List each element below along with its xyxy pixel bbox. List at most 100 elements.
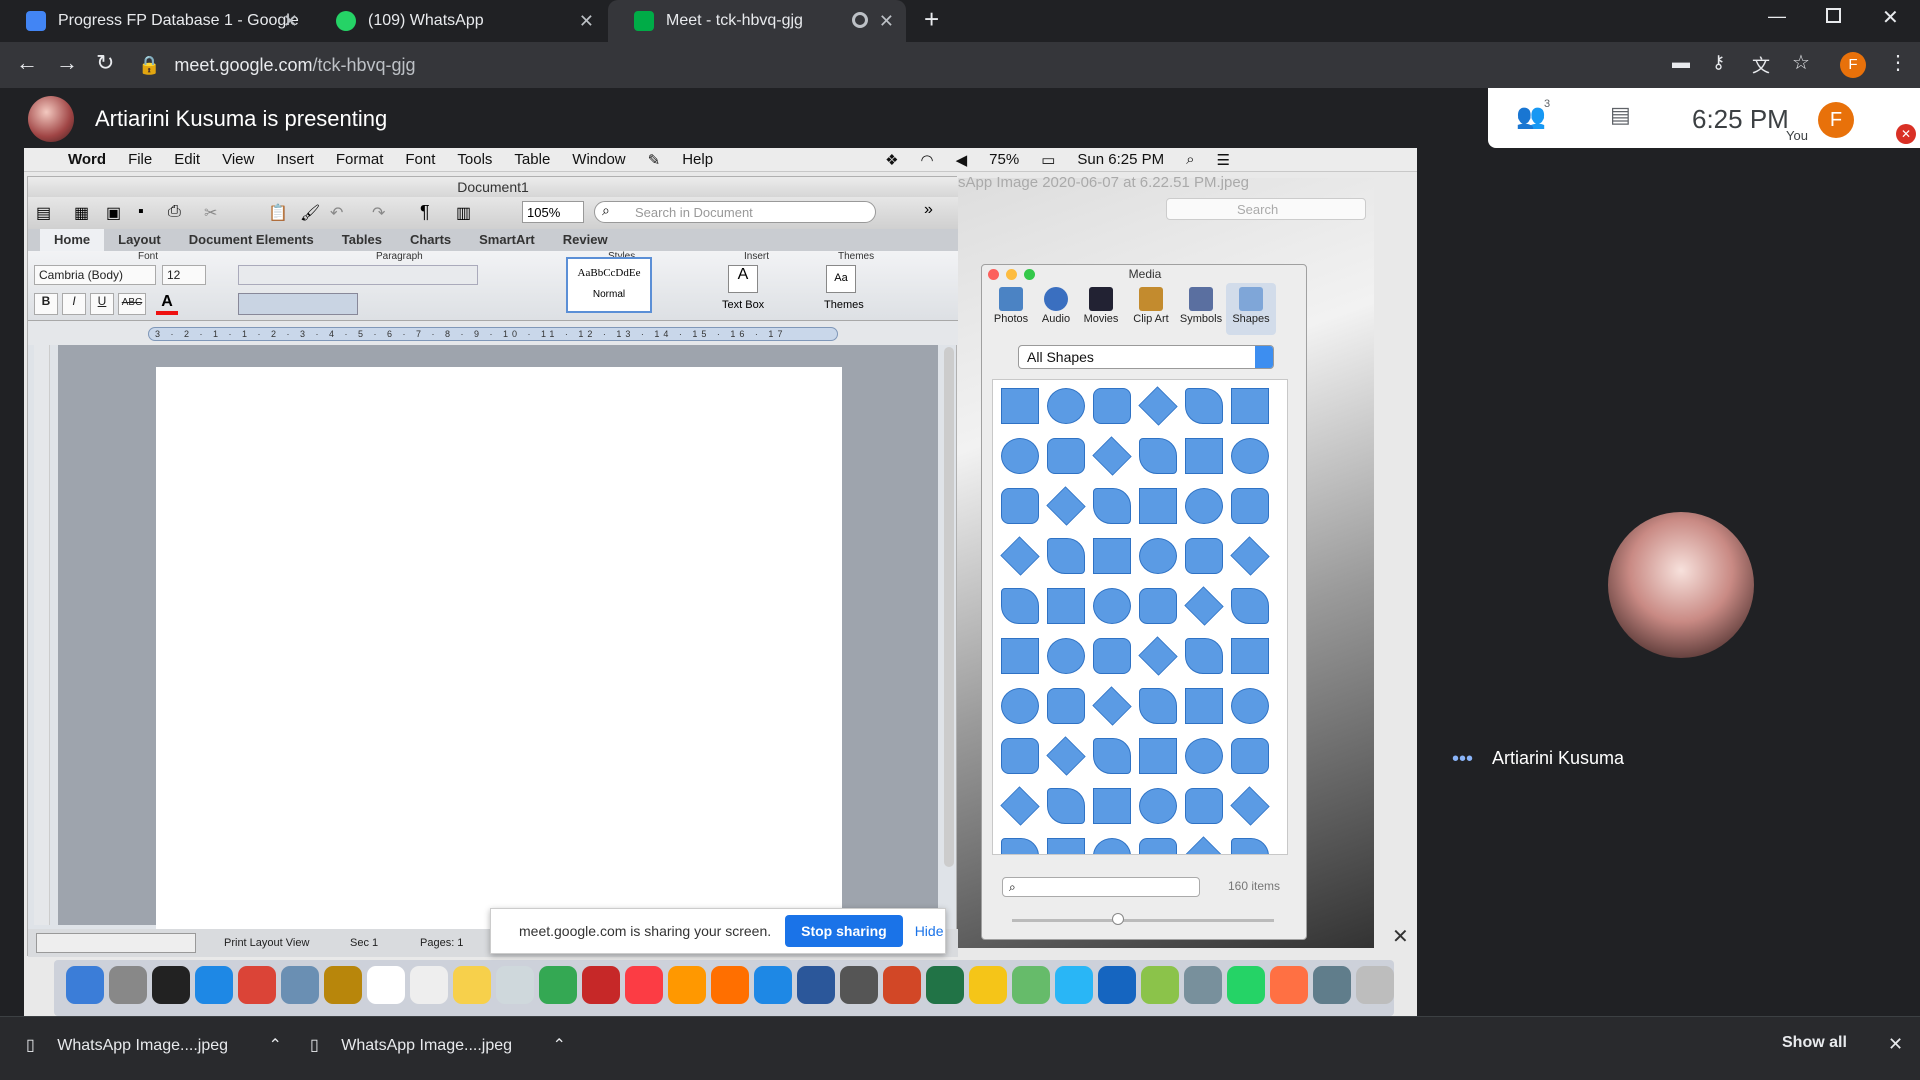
tab-document-elements[interactable]: Document Elements (175, 229, 328, 251)
shape-thumbnail[interactable] (1231, 438, 1269, 474)
tab-home[interactable]: Home (40, 229, 105, 251)
dock-app-icon[interactable] (453, 966, 491, 1004)
shape-thumbnail[interactable] (1231, 388, 1269, 424)
dock-app-icon[interactable] (324, 966, 362, 1004)
bold-button[interactable]: B (34, 293, 58, 315)
close-downloads-icon[interactable]: ✕ (1888, 1034, 1903, 1055)
italic-button[interactable]: I (62, 293, 86, 315)
menu-edit[interactable]: Edit (174, 151, 200, 168)
paste-icon[interactable]: 📋 (268, 203, 288, 223)
dock-app-icon[interactable] (539, 966, 577, 1004)
shape-thumbnail[interactable] (1093, 588, 1131, 624)
shape-thumbnail[interactable] (1138, 386, 1178, 426)
shape-thumbnail[interactable] (1093, 388, 1131, 424)
reload-icon[interactable]: ↻ (96, 50, 114, 76)
cut-icon[interactable]: ✂ (204, 203, 217, 223)
new-doc-icon[interactable]: ▤ (36, 203, 51, 223)
tab-whatsapp[interactable]: (109) WhatsApp ✕ (310, 0, 606, 42)
shape-thumbnail[interactable] (1185, 388, 1223, 424)
shape-thumbnail[interactable] (1231, 738, 1269, 774)
print-icon[interactable]: ⎙ (168, 203, 181, 221)
shape-thumbnail[interactable] (1184, 586, 1224, 626)
shape-thumbnail[interactable] (1093, 788, 1131, 824)
dock-app-icon[interactable] (1098, 966, 1136, 1004)
key-icon[interactable]: ⚷ (1712, 52, 1725, 73)
shape-thumbnail[interactable] (1139, 588, 1177, 624)
tab-review[interactable]: Review (549, 229, 622, 251)
dock-app-icon[interactable] (1356, 966, 1394, 1004)
close-icon[interactable]: ✕ (879, 11, 894, 32)
shape-thumbnail[interactable] (1185, 788, 1223, 824)
menu-help[interactable]: Help (682, 151, 713, 168)
media-tab-movies[interactable]: Movies (1076, 283, 1126, 335)
shape-thumbnail[interactable] (1185, 638, 1223, 674)
strikethrough-button[interactable]: ABC (118, 293, 146, 315)
shape-thumbnail[interactable] (1231, 638, 1269, 674)
shape-thumbnail[interactable] (1000, 536, 1040, 576)
dock-app-icon[interactable] (410, 966, 448, 1004)
dock-app-icon[interactable] (840, 966, 878, 1004)
dock-app-icon[interactable] (1055, 966, 1093, 1004)
close-icon[interactable]: ✕ (1392, 924, 1409, 949)
download-item[interactable]: ▯ WhatsApp Image....jpeg ⌃ (26, 1035, 282, 1055)
dock-app-icon[interactable] (66, 966, 104, 1004)
dock-app-icon[interactable] (195, 966, 233, 1004)
shape-thumbnail[interactable] (1001, 388, 1039, 424)
shape-thumbnail[interactable] (1093, 838, 1131, 854)
shape-thumbnail[interactable] (1139, 688, 1177, 724)
tab-google-docs[interactable]: Progress FP Database 1 - Google ✕ (0, 0, 310, 42)
font-size-select[interactable]: 12 (162, 265, 206, 285)
zoom-select[interactable]: 105% (522, 201, 584, 223)
shape-thumbnail[interactable] (1001, 438, 1039, 474)
pilcrow-icon[interactable]: ¶ (420, 202, 430, 223)
shape-thumbnail[interactable] (1093, 538, 1131, 574)
shape-thumbnail[interactable] (1000, 786, 1040, 826)
shape-thumbnail[interactable] (1046, 736, 1086, 776)
menu-table[interactable]: Table (514, 151, 550, 168)
shape-thumbnail[interactable] (1001, 838, 1039, 854)
text-box-icon[interactable]: A (728, 265, 758, 293)
hide-button[interactable]: Hide (915, 923, 944, 939)
underline-button[interactable]: U (90, 293, 114, 315)
shape-thumbnail[interactable] (1139, 838, 1177, 854)
profile-avatar[interactable]: F (1840, 52, 1866, 78)
text-box-label[interactable]: Text Box (722, 299, 764, 311)
shapes-filter-select[interactable]: All Shapes (1018, 345, 1274, 369)
shape-thumbnail[interactable] (1185, 738, 1223, 774)
shape-thumbnail[interactable] (1230, 536, 1270, 576)
shape-thumbnail[interactable] (1047, 438, 1085, 474)
script-icon[interactable]: ✎ (648, 151, 661, 169)
shape-thumbnail[interactable] (1047, 638, 1085, 674)
shape-thumbnail[interactable] (1185, 488, 1223, 524)
format-painter-icon[interactable]: 🖌 (300, 203, 320, 223)
list-buttons[interactable] (238, 265, 478, 285)
media-tab-clip-art[interactable]: Clip Art (1126, 283, 1176, 335)
dock-app-icon[interactable] (281, 966, 319, 1004)
back-icon[interactable]: ← (16, 50, 38, 76)
dock-app-icon[interactable] (1227, 966, 1265, 1004)
dock-app-icon[interactable] (1184, 966, 1222, 1004)
new-tab-icon[interactable]: + (924, 4, 939, 35)
tab-charts[interactable]: Charts (396, 229, 465, 251)
shape-thumbnail[interactable] (1231, 688, 1269, 724)
address-bar[interactable]: 🔒 meet.google.com /tck-hbvq-gjg (138, 48, 1638, 82)
media-tab-symbols[interactable]: Symbols (1176, 283, 1226, 335)
view-buttons[interactable] (36, 933, 196, 953)
shape-thumbnail[interactable] (1047, 838, 1085, 854)
dock-app-icon[interactable] (1270, 966, 1308, 1004)
dock-app-icon[interactable] (668, 966, 706, 1004)
shape-thumbnail[interactable] (1047, 688, 1085, 724)
shapes-search-input[interactable]: ⌕ (1002, 877, 1200, 897)
tab-smartart[interactable]: SmartArt (465, 229, 549, 251)
dock-app-icon[interactable] (582, 966, 620, 1004)
dock-app-icon[interactable] (496, 966, 534, 1004)
dock-app-icon[interactable] (152, 966, 190, 1004)
translate-icon[interactable]: 文 (1752, 52, 1770, 78)
open-icon[interactable]: ▣ (106, 203, 121, 223)
shape-thumbnail[interactable] (1001, 688, 1039, 724)
menu-view[interactable]: View (222, 151, 254, 168)
shape-thumbnail[interactable] (1230, 786, 1270, 826)
alignment-buttons[interactable] (238, 293, 358, 315)
menu-dots-icon[interactable]: ⋮ (1888, 50, 1908, 75)
dock-app-icon[interactable] (1012, 966, 1050, 1004)
